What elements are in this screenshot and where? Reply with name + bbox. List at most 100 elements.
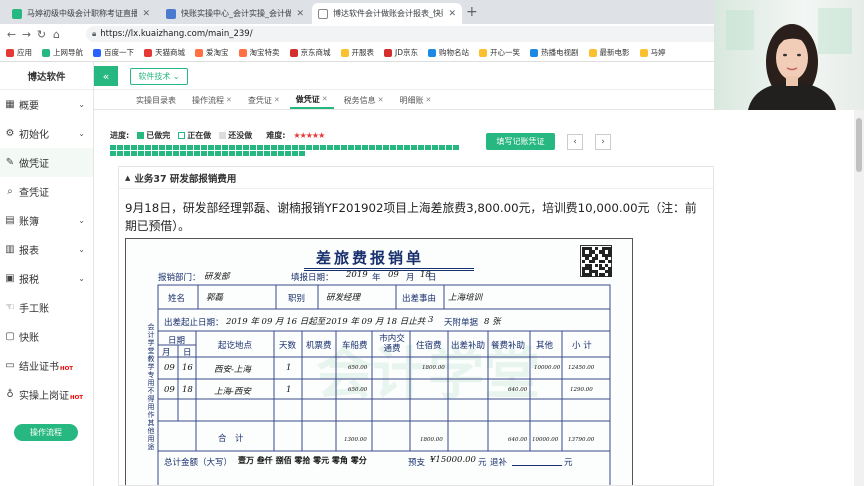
progress-cell[interactable] xyxy=(201,151,207,156)
bookmark-item[interactable]: 天猫商城 xyxy=(144,47,185,58)
progress-cell[interactable] xyxy=(257,151,263,156)
sidebar-item[interactable]: ▣ 报税 ⌄ xyxy=(0,264,93,293)
bookmark-item[interactable]: 开服表 xyxy=(340,47,374,58)
progress-cell[interactable] xyxy=(243,145,249,150)
progress-cell[interactable] xyxy=(264,151,270,156)
close-tab-icon[interactable]: ✕ xyxy=(426,96,432,104)
progress-cell[interactable] xyxy=(285,151,291,156)
page-tab[interactable]: 税务信息 ✕ xyxy=(338,91,390,109)
prev-icon[interactable]: ‹ xyxy=(567,134,583,150)
progress-cell[interactable] xyxy=(299,151,305,156)
progress-cell[interactable] xyxy=(278,145,284,150)
bookmark-item[interactable]: 京东商城 xyxy=(289,47,331,58)
scrollbar-thumb[interactable] xyxy=(856,118,862,172)
sidebar-item[interactable]: ▤ 账簿 ⌄ xyxy=(0,206,93,235)
close-tab-icon[interactable]: ✕ xyxy=(448,9,456,19)
progress-cell[interactable] xyxy=(166,145,172,150)
url-field[interactable]: 🔒︎ https://lx.kuaizhang.com/main_239/ xyxy=(86,26,726,42)
bookmark-item[interactable]: 百度一下 xyxy=(93,47,134,58)
progress-cell[interactable] xyxy=(348,145,354,150)
sidebar-item[interactable]: ▥ 报表 ⌄ xyxy=(0,235,93,264)
next-icon[interactable]: › xyxy=(595,134,611,150)
progress-cell[interactable] xyxy=(215,145,221,150)
progress-cell[interactable] xyxy=(306,145,312,150)
progress-cell[interactable] xyxy=(124,151,130,156)
progress-cell[interactable] xyxy=(439,145,445,150)
progress-cell[interactable] xyxy=(229,145,235,150)
progress-cell[interactable] xyxy=(250,151,256,156)
progress-cell[interactable] xyxy=(152,145,158,150)
progress-cell[interactable] xyxy=(236,151,242,156)
progress-cell[interactable] xyxy=(201,145,207,150)
progress-cell[interactable] xyxy=(383,145,389,150)
collapse-sidebar-icon[interactable]: « xyxy=(94,66,118,86)
progress-cell[interactable] xyxy=(159,151,165,156)
progress-cell[interactable] xyxy=(432,145,438,150)
sidebar-item[interactable]: ▢ 快账 xyxy=(0,322,93,351)
progress-cell[interactable] xyxy=(173,145,179,150)
progress-cell[interactable] xyxy=(250,145,256,150)
bookmark-item[interactable]: 淘宝特卖 xyxy=(238,47,280,58)
close-tab-icon[interactable]: ✕ xyxy=(322,95,328,103)
progress-cell[interactable] xyxy=(362,145,368,150)
progress-cell[interactable] xyxy=(404,145,410,150)
progress-cell[interactable] xyxy=(264,145,270,150)
progress-cell[interactable] xyxy=(390,145,396,150)
progress-cell[interactable] xyxy=(292,145,298,150)
back-icon[interactable]: ← xyxy=(4,28,19,41)
close-tab-icon[interactable]: ✕ xyxy=(378,96,384,104)
progress-cell[interactable] xyxy=(187,145,193,150)
close-tab-icon[interactable]: ✕ xyxy=(274,96,280,104)
progress-cell[interactable] xyxy=(131,151,137,156)
progress-cell[interactable] xyxy=(138,145,144,150)
progress-cell[interactable] xyxy=(145,151,151,156)
progress-cell[interactable] xyxy=(334,145,340,150)
progress-cell[interactable] xyxy=(194,151,200,156)
progress-cell[interactable] xyxy=(341,145,347,150)
page-tab[interactable]: 明细账 ✕ xyxy=(394,91,438,109)
close-tab-icon[interactable]: ✕ xyxy=(142,9,150,19)
progress-cell[interactable] xyxy=(425,145,431,150)
progress-cell[interactable] xyxy=(271,145,277,150)
progress-cell[interactable] xyxy=(292,151,298,156)
home-icon[interactable]: ⌂ xyxy=(49,28,64,41)
progress-cell[interactable] xyxy=(124,145,130,150)
collapse-arrow-icon[interactable]: ▲ xyxy=(125,174,130,182)
progress-cell[interactable] xyxy=(145,145,151,150)
browser-tab-active[interactable]: 博达软件会计做账会计报表_快账 ✕ xyxy=(312,3,462,24)
progress-cell[interactable] xyxy=(152,151,158,156)
page-tab[interactable]: 做凭证 ✕ xyxy=(289,91,334,109)
progress-cell[interactable] xyxy=(453,145,459,150)
progress-cell[interactable] xyxy=(320,145,326,150)
bookmark-item[interactable]: 应用 xyxy=(6,47,32,58)
progress-cell[interactable] xyxy=(208,145,214,150)
progress-cell[interactable] xyxy=(159,145,165,150)
sidebar-item[interactable]: ♁ 实操上岗证 HOT xyxy=(0,380,93,409)
sidebar-item[interactable]: ▭ 结业证书 HOT xyxy=(0,351,93,380)
progress-cell[interactable] xyxy=(110,151,116,156)
progress-cell[interactable] xyxy=(138,151,144,156)
progress-cell[interactable] xyxy=(278,151,284,156)
progress-cell[interactable] xyxy=(222,151,228,156)
sidebar-item[interactable]: ☜ 手工账 xyxy=(0,293,93,322)
sidebar-item[interactable]: ⚙ 初始化 ⌄ xyxy=(0,119,93,148)
progress-cell[interactable] xyxy=(117,151,123,156)
bookmark-item[interactable]: 开心一笑 xyxy=(479,47,520,58)
progress-cell[interactable] xyxy=(208,151,214,156)
page-tab[interactable]: 查凭证 ✕ xyxy=(242,91,286,109)
progress-cell[interactable] xyxy=(299,145,305,150)
bookmark-item[interactable]: 上网导航 xyxy=(42,47,83,58)
close-tab-icon[interactable]: ✕ xyxy=(226,96,232,104)
progress-cell[interactable] xyxy=(117,145,123,150)
progress-cell[interactable] xyxy=(187,151,193,156)
progress-cell[interactable] xyxy=(411,145,417,150)
progress-cell[interactable] xyxy=(313,145,319,150)
progress-cell[interactable] xyxy=(285,145,291,150)
sidebar-item[interactable]: ✎ 做凭证 xyxy=(0,148,93,177)
progress-cell[interactable] xyxy=(215,151,221,156)
progress-cell[interactable] xyxy=(327,145,333,150)
progress-cell[interactable] xyxy=(229,151,235,156)
progress-cell[interactable] xyxy=(376,145,382,150)
bookmark-item[interactable]: 购物名站 xyxy=(428,47,469,58)
bookmark-item[interactable]: 最新电影 xyxy=(588,47,630,58)
